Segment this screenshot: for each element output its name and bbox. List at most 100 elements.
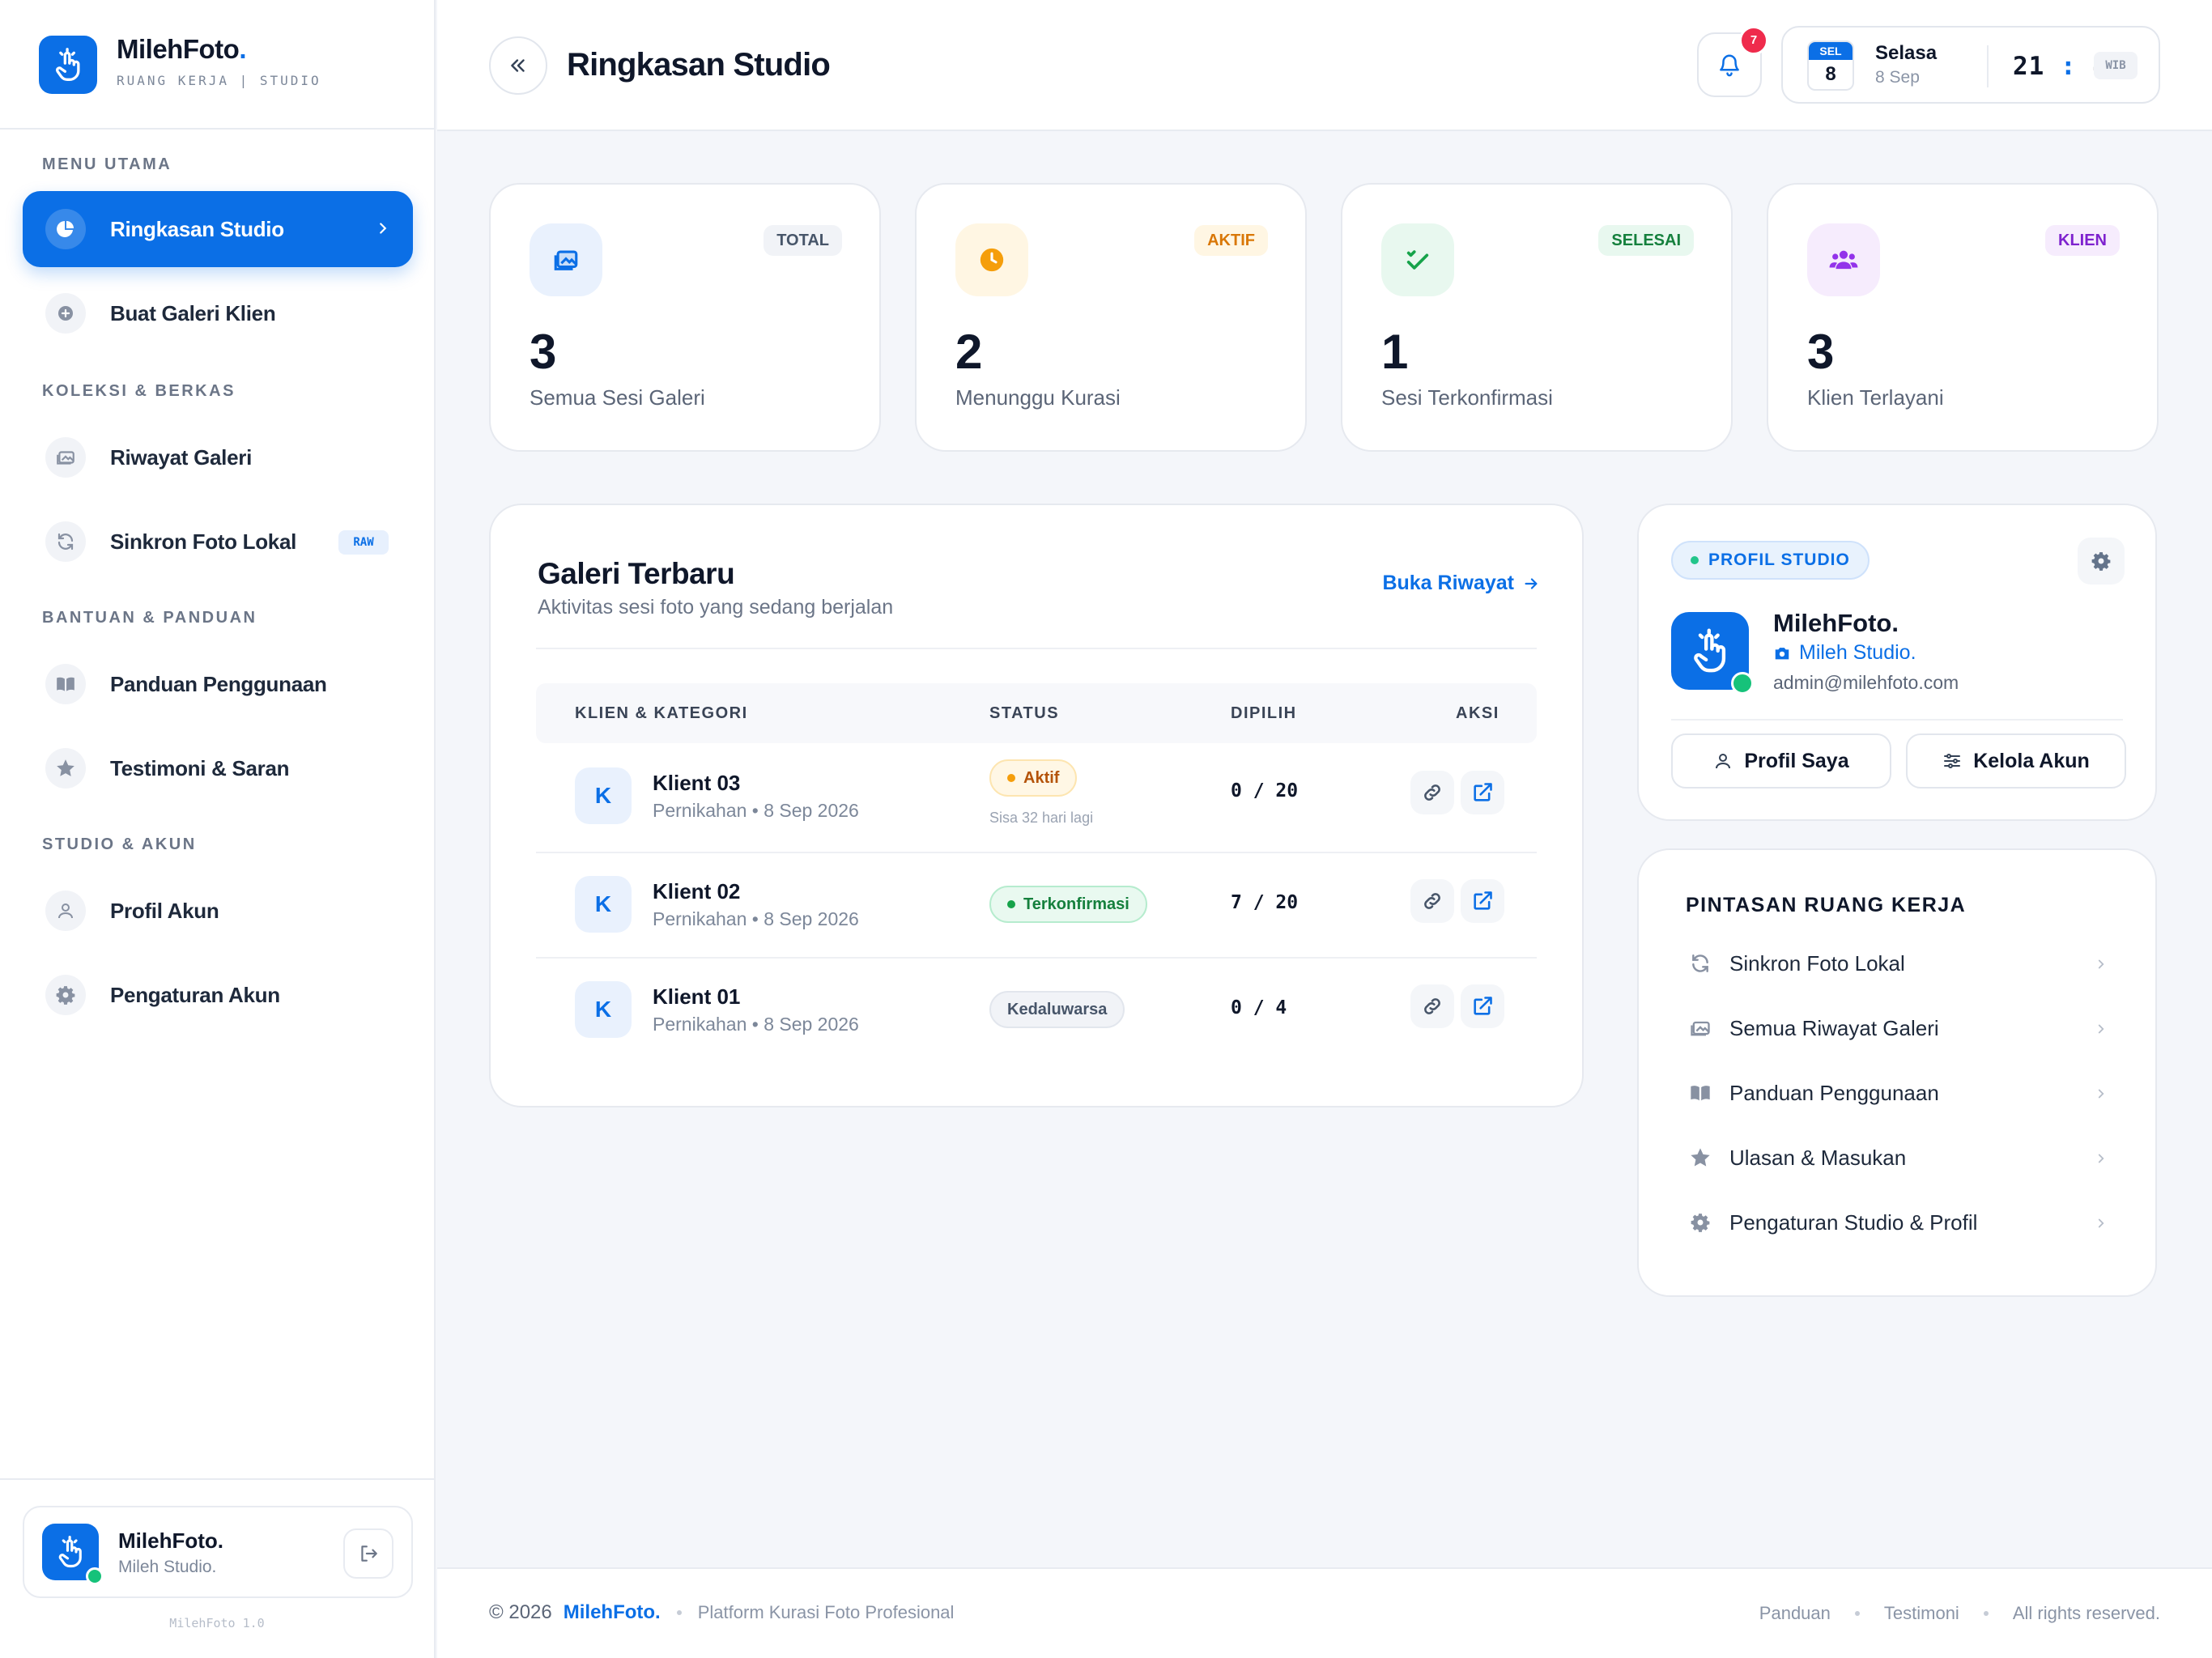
users-icon	[1807, 223, 1880, 296]
status-badge: Kedaluwarsa	[989, 991, 1125, 1028]
stat-tag: KLIEN	[2045, 225, 2120, 256]
sidebar-item-label: Profil Akun	[110, 898, 219, 923]
open-history-link[interactable]: Buka Riwayat	[1382, 572, 1540, 595]
open-gallery-button[interactable]	[1461, 771, 1504, 814]
open-gallery-button[interactable]	[1461, 984, 1504, 1028]
stat-value: 1	[1381, 325, 1409, 379]
page-footer: © 2026 MilehFoto. Platform Kurasi Foto P…	[437, 1567, 2212, 1658]
divider	[1987, 45, 1989, 87]
client-avatar: K	[575, 876, 632, 933]
studio-email: admin@milehfoto.com	[1773, 672, 1959, 693]
calendar-day: 8	[1825, 63, 1836, 85]
footer-tagline: Platform Kurasi Foto Profesional	[697, 1602, 955, 1622]
sidebar-item-testimoni-saran[interactable]: Testimoni & Saran	[23, 730, 413, 806]
user-studio: Mileh Studio.	[118, 1558, 217, 1576]
shortcut-pengaturan-studio-profil[interactable]: Pengaturan Studio & Profil	[1686, 1198, 2108, 1247]
selected-count: 0 / 4	[1231, 997, 1287, 1018]
card-title: Galeri Terbaru	[538, 557, 735, 590]
chevron-right-icon	[2094, 1151, 2108, 1166]
selected-count: 0 / 20	[1231, 780, 1299, 801]
shortcut-semua-riwayat-galeri[interactable]: Semua Riwayat Galeri	[1686, 1004, 2108, 1052]
user-icon	[1716, 754, 1731, 769]
rights-text: All rights reserved.	[2012, 1603, 2160, 1623]
sidebar-item-label: Ringkasan Studio	[110, 216, 284, 241]
book-icon	[45, 664, 86, 704]
sidebar-item-riwayat-galeri[interactable]: Riwayat Galeri	[23, 419, 413, 495]
brand-logo[interactable]	[39, 36, 97, 94]
sidebar-item-buat-galeri-klien[interactable]: Buat Galeri Klien	[23, 275, 413, 351]
sidebar-item-profil-akun[interactable]: Profil Akun	[23, 873, 413, 949]
status-badge: Terkonfirmasi	[989, 886, 1147, 923]
client-name: Klient 01	[653, 984, 741, 1009]
tap-hand-icon	[58, 1536, 82, 1568]
date-label: 8 Sep	[1875, 68, 1920, 87]
notifications-button[interactable]: 7	[1697, 26, 1768, 97]
sidebar-item-panduan-penggunaan[interactable]: Panduan Penggunaan	[23, 646, 413, 722]
column-header: STATUS	[989, 704, 1060, 722]
sliders-icon	[1944, 754, 1961, 768]
user-card[interactable]: MilehFoto. Mileh Studio.	[23, 1506, 413, 1598]
studio-label: Mileh Studio.	[1773, 641, 1916, 665]
sidebar-item-pengaturan-akun[interactable]: Pengaturan Akun	[23, 957, 413, 1033]
link-icon	[1424, 893, 1440, 909]
stat-caption: Sesi Terkonfirmasi	[1381, 385, 1553, 410]
copy-link-button[interactable]	[1410, 879, 1454, 923]
profile-settings-button[interactable]	[2078, 538, 2125, 585]
client-avatar: K	[575, 767, 632, 824]
stat-caption: Semua Sesi Galeri	[530, 385, 705, 410]
column-header: AKSI	[1456, 704, 1499, 722]
card-subtitle: Aktivitas sesi foto yang sedang berjalan	[538, 596, 894, 619]
logout-button[interactable]	[343, 1528, 393, 1579]
shortcut-label: Pengaturan Studio & Profil	[1729, 1209, 1978, 1235]
separator-dot	[1983, 1611, 1989, 1616]
sidebar: MilehFoto. RUANG KERJA | STUDIO MENU UTA…	[0, 0, 436, 1658]
my-profile-button[interactable]: Profil Saya	[1671, 733, 1891, 789]
page-title: Ringkasan Studio	[567, 47, 831, 83]
footer-link-panduan[interactable]: Panduan	[1759, 1603, 1831, 1624]
gear-icon	[2091, 552, 2111, 571]
camera-icon	[1775, 647, 1789, 659]
section-title-koleksi-berkas: KOLEKSI & BERKAS	[42, 382, 236, 400]
brand-header: MilehFoto. RUANG KERJA | STUDIO	[0, 0, 434, 130]
status-dot	[1007, 900, 1015, 908]
sidebar-item-label: Pengaturan Akun	[110, 982, 280, 1007]
footer-link-testimoni[interactable]: Testimoni	[1884, 1603, 1959, 1624]
arrow-right-icon	[1525, 577, 1538, 589]
copy-link-button[interactable]	[1410, 771, 1454, 814]
online-status-dot	[86, 1567, 104, 1585]
table-header: KLIEN & KATEGORI STATUS DIPILIH AKSI	[536, 683, 1537, 743]
pie-chart-icon	[45, 209, 86, 249]
shortcut-ulasan-masukan[interactable]: Ulasan & Masukan	[1686, 1133, 2108, 1182]
footer-links: Panduan Testimoni All rights reserved.	[1759, 1603, 2160, 1624]
weekday-label: Selasa	[1875, 42, 1938, 64]
images-icon	[1686, 1017, 1715, 1039]
chevrons-left-icon	[511, 59, 525, 72]
open-gallery-button[interactable]	[1461, 879, 1504, 923]
status-dot	[1007, 774, 1015, 782]
recent-gallery-card: Galeri Terbaru Aktivitas sesi foto yang …	[489, 504, 1584, 1107]
shortcut-label: Panduan Penggunaan	[1729, 1080, 1939, 1105]
user-avatar	[42, 1524, 104, 1585]
stat-value: 3	[530, 325, 557, 379]
images-icon	[45, 437, 86, 478]
sidebar-item-sinkron-foto-lokal[interactable]: Sinkron Foto Lokal RAW	[23, 504, 413, 580]
sidebar-item-label: Sinkron Foto Lokal	[110, 529, 297, 554]
profile-badge: PROFIL STUDIO	[1671, 541, 1870, 580]
separator-dot	[1854, 1611, 1860, 1616]
calendar-icon: SEL 8	[1807, 40, 1854, 91]
sidebar-item-label: Panduan Penggunaan	[110, 671, 327, 696]
stat-caption: Klien Terlayani	[1807, 385, 1944, 410]
manage-account-button[interactable]: Kelola Akun	[1906, 733, 2126, 789]
stat-value: 3	[1807, 325, 1835, 379]
copy-link-button[interactable]	[1410, 984, 1454, 1028]
shortcut-sinkron-foto-lokal[interactable]: Sinkron Foto Lokal	[1686, 939, 2108, 988]
clock-icon	[955, 223, 1028, 296]
plus-circle-icon	[45, 293, 86, 334]
collapse-sidebar-button[interactable]	[489, 36, 547, 95]
sidebar-item-ringkasan-studio[interactable]: Ringkasan Studio	[23, 191, 413, 267]
stat-caption: Menunggu Kurasi	[955, 385, 1121, 410]
footer-brand[interactable]: MilehFoto.	[564, 1601, 661, 1624]
star-icon	[45, 748, 86, 789]
status-badge: Aktif	[989, 759, 1078, 797]
shortcut-panduan-penggunaan[interactable]: Panduan Penggunaan	[1686, 1069, 2108, 1117]
